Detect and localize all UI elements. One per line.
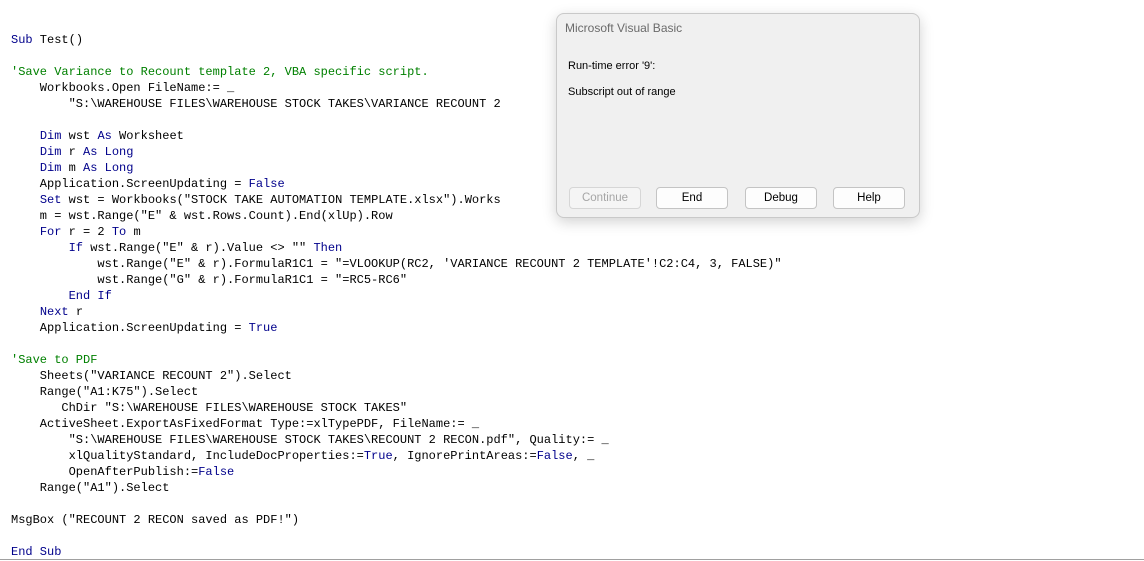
code-text: Range("A1").Select <box>11 481 170 495</box>
code-text: ActiveSheet.ExportAsFixedFormat Type:=xl… <box>11 417 480 431</box>
code-line[interactable] <box>11 336 782 352</box>
editor-bottom-border <box>0 559 1144 560</box>
code-line[interactable]: wst.Range("G" & r).FormulaR1C1 = "=RC5-R… <box>11 272 782 288</box>
end-button[interactable]: End <box>656 187 728 209</box>
code-line[interactable] <box>11 496 782 512</box>
code-keyword: To <box>111 225 127 239</box>
code-line[interactable]: wst.Range("E" & r).FormulaR1C1 = "=VLOOK… <box>11 256 782 272</box>
code-line[interactable]: If wst.Range("E" & r).Value <> "" Then <box>11 240 782 256</box>
code-line[interactable]: 'Save to PDF <box>11 352 782 368</box>
code-keyword: Then <box>313 241 343 255</box>
code-text: "S:\WAREHOUSE FILES\WAREHOUSE STOCK TAKE… <box>11 433 609 447</box>
code-text: Workbooks.Open FileName:= _ <box>11 81 235 95</box>
dialog-title: Microsoft Visual Basic <box>565 21 683 35</box>
code-text: m <box>126 225 141 239</box>
code-comment: 'Save to PDF <box>11 353 98 367</box>
code-keyword: Dim <box>39 145 62 159</box>
code-text: , _ <box>572 449 595 463</box>
code-keyword: Long <box>104 145 134 159</box>
runtime-error-dialog: Microsoft Visual Basic Run-time error '9… <box>556 13 920 218</box>
code-keyword: If <box>68 241 84 255</box>
code-line[interactable]: MsgBox ("RECOUNT 2 RECON saved as PDF!") <box>11 512 782 528</box>
code-line[interactable]: End Sub <box>11 544 782 560</box>
code-text: ChDir "S:\WAREHOUSE FILES\WAREHOUSE STOC… <box>11 401 408 415</box>
code-line[interactable]: Application.ScreenUpdating = True <box>11 320 782 336</box>
code-keyword: Long <box>104 161 134 175</box>
code-comment: 'Save Variance to Recount template 2, VB… <box>11 65 429 79</box>
code-line[interactable] <box>11 528 782 544</box>
code-text: MsgBox ("RECOUNT 2 RECON saved as PDF!") <box>11 513 300 527</box>
code-text: r <box>68 305 84 319</box>
code-keyword: End Sub <box>11 545 62 559</box>
code-text: m = wst.Range("E" & wst.Rows.Count).End(… <box>11 209 393 223</box>
code-text: r <box>61 145 84 159</box>
code-keyword: As <box>97 129 112 143</box>
code-text: Worksheet <box>111 129 184 143</box>
code-text: wst.Range("E" & r).FormulaR1C1 = "=VLOOK… <box>11 257 782 271</box>
continue-button: Continue <box>569 187 641 209</box>
code-text: Test() <box>32 33 84 47</box>
code-keyword: As <box>83 145 98 159</box>
code-text: r = 2 <box>61 225 112 239</box>
code-text: wst.Range("G" & r).FormulaR1C1 = "=RC5-R… <box>11 273 408 287</box>
code-line[interactable]: xlQualityStandard, IncludeDocProperties:… <box>11 448 782 464</box>
code-text: wst.Range("E" & r).Value <> "" <box>83 241 314 255</box>
code-keyword: True <box>248 321 278 335</box>
code-line[interactable]: OpenAfterPublish:=False <box>11 464 782 480</box>
code-keyword: End If <box>68 289 112 303</box>
code-text: "S:\WAREHOUSE FILES\WAREHOUSE STOCK TAKE… <box>11 97 501 111</box>
code-line[interactable]: Range("A1").Select <box>11 480 782 496</box>
code-text: wst <box>61 129 98 143</box>
code-line[interactable]: Sheets("VARIANCE RECOUNT 2").Select <box>11 368 782 384</box>
code-line[interactable]: End If <box>11 288 782 304</box>
code-text: Sheets("VARIANCE RECOUNT 2").Select <box>11 369 292 383</box>
error-code-text: Run-time error '9': <box>568 60 656 72</box>
code-text: Application.ScreenUpdating = <box>11 321 249 335</box>
code-keyword: Next <box>39 305 69 319</box>
code-line[interactable]: Range("A1:K75").Select <box>11 384 782 400</box>
code-keyword: Dim <box>39 161 62 175</box>
code-text: OpenAfterPublish:= <box>11 465 199 479</box>
code-keyword: As <box>83 161 98 175</box>
code-text: xlQualityStandard, IncludeDocProperties:… <box>11 449 364 463</box>
code-keyword: False <box>198 465 235 479</box>
debug-button[interactable]: Debug <box>745 187 817 209</box>
code-keyword: Set <box>39 193 62 207</box>
code-keyword: False <box>536 449 573 463</box>
code-text: wst = Workbooks("STOCK TAKE AUTOMATION T… <box>61 193 501 207</box>
code-line[interactable]: For r = 2 To m <box>11 224 782 240</box>
code-keyword: Sub <box>11 33 33 47</box>
code-keyword: For <box>39 225 62 239</box>
code-text: Range("A1:K75").Select <box>11 385 199 399</box>
code-keyword: Dim <box>39 129 62 143</box>
code-line[interactable]: "S:\WAREHOUSE FILES\WAREHOUSE STOCK TAKE… <box>11 432 782 448</box>
code-text: m <box>61 161 84 175</box>
help-button[interactable]: Help <box>833 187 905 209</box>
code-line[interactable]: ActiveSheet.ExportAsFixedFormat Type:=xl… <box>11 416 782 432</box>
error-description-text: Subscript out of range <box>568 86 676 98</box>
code-line[interactable]: ChDir "S:\WAREHOUSE FILES\WAREHOUSE STOC… <box>11 400 782 416</box>
code-text: , IgnorePrintAreas:= <box>392 449 537 463</box>
code-text: Application.ScreenUpdating = <box>11 177 249 191</box>
code-keyword: False <box>248 177 285 191</box>
code-keyword: True <box>363 449 393 463</box>
code-line[interactable]: Next r <box>11 304 782 320</box>
